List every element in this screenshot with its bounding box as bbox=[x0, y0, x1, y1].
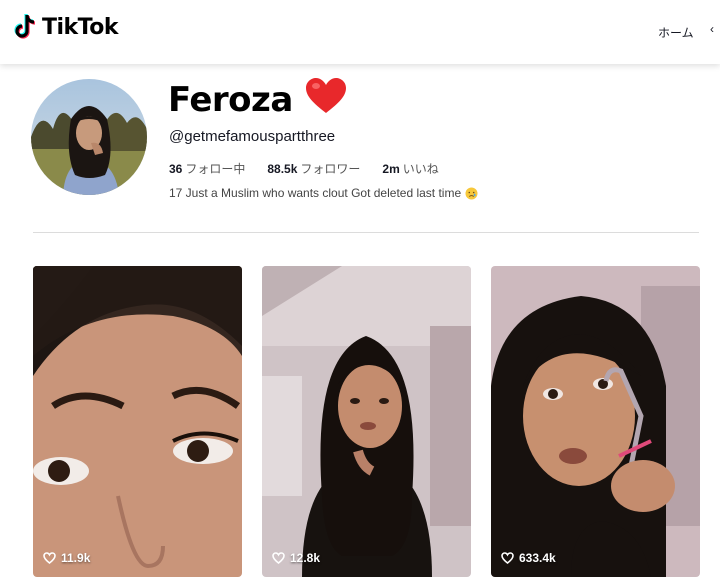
username: @getmefamouspartthree bbox=[169, 128, 336, 145]
video-thumbnail-2[interactable]: 12.8k bbox=[262, 266, 471, 577]
tiktok-logo-icon bbox=[14, 13, 36, 39]
stat-likes: 2m いいね bbox=[382, 160, 438, 177]
video-frame-closeup-face bbox=[33, 266, 242, 577]
profile-header: Feroza @getmefamouspartthree 36 フォロー中 88.… bbox=[0, 64, 720, 234]
nav-home-link[interactable]: ホーム bbox=[658, 24, 694, 41]
likes-value: 11.9k bbox=[61, 551, 91, 565]
stat-value: 2m bbox=[382, 162, 400, 176]
stat-value: 36 bbox=[169, 162, 183, 176]
display-name: Feroza bbox=[168, 80, 293, 120]
red-heart-emoji-icon bbox=[306, 78, 346, 113]
likes-value: 633.4k bbox=[519, 551, 556, 565]
heart-outline-icon bbox=[43, 552, 56, 564]
stat-followers[interactable]: 88.5k フォロワー bbox=[267, 160, 360, 177]
avatar bbox=[31, 79, 147, 195]
video-thumbnail-1[interactable]: 11.9k bbox=[33, 266, 242, 577]
crying-face-emoji-icon bbox=[465, 187, 478, 199]
profile-stats: 36 フォロー中 88.5k フォロワー 2m いいね bbox=[169, 160, 439, 177]
top-navigation-bar: TikTok ホーム ‹ bbox=[0, 0, 720, 64]
likes-count: 12.8k bbox=[272, 551, 320, 565]
video-thumbnail-3[interactable]: 633.4k bbox=[491, 266, 700, 577]
bio-text: 17 Just a Muslim who wants clout Got del… bbox=[169, 186, 462, 200]
stat-label: いいね bbox=[402, 162, 439, 176]
stat-following[interactable]: 36 フォロー中 bbox=[169, 160, 245, 177]
stat-value: 88.5k bbox=[267, 162, 298, 176]
stat-label: フォロー中 bbox=[185, 162, 246, 176]
nav-more-icon[interactable]: ‹ bbox=[710, 22, 714, 36]
heart-outline-icon bbox=[272, 552, 285, 564]
logo-wordmark: TikTok bbox=[42, 14, 119, 40]
profile-bio: 17 Just a Muslim who wants clout Got del… bbox=[169, 186, 478, 200]
likes-value: 12.8k bbox=[290, 551, 321, 565]
stat-label: フォロワー bbox=[300, 162, 361, 176]
heart-outline-icon bbox=[501, 552, 514, 564]
section-divider bbox=[33, 232, 699, 233]
video-frame-eyelash-curler bbox=[491, 266, 700, 577]
video-frame-girl-room bbox=[262, 266, 471, 577]
video-grid: 11.9k 12.8k 633.4k bbox=[33, 266, 703, 577]
likes-count: 633.4k bbox=[501, 551, 556, 565]
tiktok-logo[interactable]: TikTok bbox=[14, 12, 119, 42]
likes-count: 11.9k bbox=[43, 551, 90, 565]
